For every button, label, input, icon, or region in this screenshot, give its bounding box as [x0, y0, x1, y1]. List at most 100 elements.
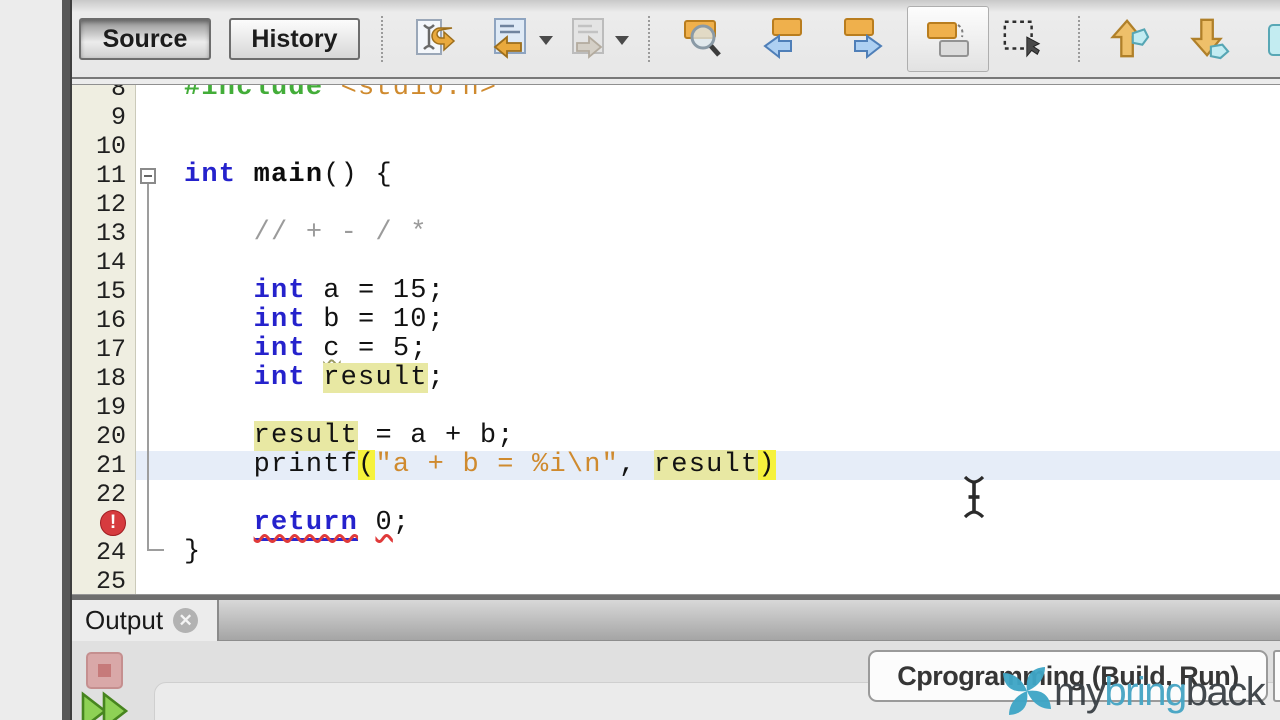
code-text[interactable] — [165, 132, 1280, 161]
move-up-button[interactable] — [1106, 12, 1150, 64]
error-gutter-cell[interactable]: ! — [72, 509, 136, 538]
next-occurrence-button[interactable] — [841, 12, 885, 64]
ide-screen: Source History 8 #include <stdio.h> 9 10… — [0, 0, 1280, 720]
pinwheel-logo-icon — [1003, 667, 1051, 715]
line-number[interactable]: 21 — [72, 451, 136, 480]
fold-margin — [136, 132, 165, 161]
fold-margin — [136, 480, 165, 509]
close-output-icon[interactable]: ✕ — [173, 608, 199, 633]
code-token: } — [184, 537, 202, 567]
code-text[interactable]: int main() { — [165, 161, 1280, 190]
fold-margin — [136, 422, 165, 451]
line-number[interactable]: 11 — [72, 161, 136, 190]
find-selection-icon — [684, 20, 721, 57]
code-text[interactable] — [165, 248, 1280, 277]
move-down-button[interactable] — [1186, 12, 1230, 64]
code-token: ( — [358, 450, 376, 480]
source-view-button[interactable]: Source — [79, 18, 211, 60]
forward-dropdown-caret[interactable] — [615, 36, 629, 45]
code-text[interactable]: int result; — [165, 363, 1280, 393]
tab-output[interactable]: Output ✕ — [72, 600, 219, 641]
previous-occurrence-button[interactable] — [761, 12, 805, 64]
code-text[interactable] — [165, 103, 1280, 132]
code-editor[interactable]: 8 #include <stdio.h> 9 10 11 int main() { 12 13… — [72, 84, 1280, 594]
fold-margin — [136, 190, 165, 219]
code-token: #include — [184, 84, 341, 103]
toggle-highlight-icon — [927, 22, 969, 57]
line-number[interactable]: 8 — [72, 85, 136, 103]
window-left-border — [62, 0, 72, 720]
forward-button[interactable] — [566, 12, 610, 64]
output-tab-label: Output — [85, 605, 164, 635]
stop-build-button[interactable] — [86, 652, 123, 689]
line-number[interactable]: 15 — [72, 277, 136, 306]
line-number[interactable]: 17 — [72, 335, 136, 364]
line-number[interactable]: 24 — [72, 538, 136, 567]
fold-collapse-toggle[interactable] — [140, 168, 156, 184]
history-view-button[interactable]: History — [229, 18, 360, 60]
code-text[interactable]: } — [165, 538, 1280, 567]
line-number[interactable]: 16 — [72, 306, 136, 335]
forward-icon — [572, 18, 604, 59]
line-number[interactable]: 18 — [72, 364, 136, 393]
code-text[interactable]: printf("a + b = %i\n", result) — [165, 450, 1280, 480]
code-text[interactable]: #include <stdio.h> — [165, 84, 1280, 103]
code-text[interactable]: int b = 10; — [165, 306, 1280, 335]
watermark-my: my — [1054, 670, 1106, 714]
rectangular-selection-button[interactable] — [1001, 12, 1045, 64]
line-number[interactable]: 19 — [72, 393, 136, 422]
back-dropdown-caret[interactable] — [539, 36, 553, 45]
line-number[interactable]: 13 — [72, 219, 136, 248]
line-number[interactable]: 10 — [72, 132, 136, 161]
rerun-button[interactable] — [80, 691, 132, 720]
code-token: int — [184, 160, 237, 190]
code-line: 13 // + - / * — [72, 219, 1280, 248]
text-cursor-pointer — [963, 475, 985, 519]
code-token: return — [253, 508, 359, 541]
code-text[interactable]: result = a + b; — [165, 421, 1280, 451]
toggle-highlight-button[interactable] — [907, 6, 989, 72]
output-tab-strip: Output ✕ — [72, 600, 1280, 641]
clipped-toolbar-icon[interactable] — [1268, 24, 1280, 56]
code-line: 12 — [72, 190, 1280, 219]
code-text[interactable] — [165, 190, 1280, 219]
fold-margin — [136, 248, 165, 277]
code-text[interactable]: return 0; — [165, 508, 1280, 541]
watermark-bring: bring — [1104, 670, 1187, 714]
editor-toolbar: Source History — [72, 0, 1280, 79]
code-line: 24} — [72, 538, 1280, 567]
line-number[interactable]: 9 — [72, 103, 136, 132]
code-token: main — [253, 160, 324, 190]
line-number[interactable]: 25 — [72, 567, 136, 594]
code-text[interactable] — [165, 567, 1280, 594]
code-line: 14 — [72, 248, 1280, 277]
line-number[interactable]: 20 — [72, 422, 136, 451]
fold-margin — [136, 451, 165, 480]
fold-margin — [136, 85, 165, 103]
line-number[interactable]: 12 — [72, 190, 136, 219]
fold-guide-line — [147, 184, 149, 551]
find-selection-button[interactable] — [681, 12, 725, 64]
line-number[interactable]: 14 — [72, 248, 136, 277]
toolbar-separator — [1078, 16, 1080, 62]
code-text[interactable] — [165, 480, 1280, 509]
code-text[interactable]: int a = 15; — [165, 277, 1280, 306]
fold-margin — [136, 567, 165, 594]
line-number[interactable]: 22 — [72, 480, 136, 509]
code-token: "a + b = %i\n" — [375, 450, 620, 480]
code-text[interactable] — [165, 393, 1280, 422]
code-line: 18 int result; — [72, 363, 1280, 393]
jump-last-edit-button[interactable] — [413, 12, 457, 64]
code-text[interactable]: // + - / * — [165, 219, 1280, 248]
brand-watermark: mybringback — [1000, 662, 1280, 718]
watermark-back: back — [1185, 670, 1266, 714]
back-button[interactable] — [486, 12, 530, 64]
toolbar-separator — [381, 16, 383, 62]
code-line: 20 result = a + b; — [72, 421, 1280, 451]
previous-occurrence-icon — [763, 18, 802, 60]
code-text[interactable]: int c = 5; — [165, 335, 1280, 364]
code-line: 8 #include <stdio.h> — [72, 84, 1280, 103]
